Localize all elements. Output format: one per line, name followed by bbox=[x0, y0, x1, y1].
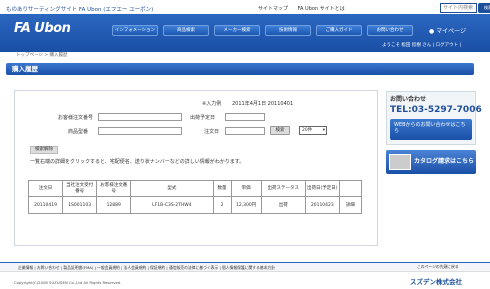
nav-purchase-guide[interactable]: ご購入ガイド bbox=[316, 25, 362, 36]
nav-product-search[interactable]: 商品検索 bbox=[163, 25, 209, 36]
main-nav: インフォメーション 商品検索 メーカー検索 技術情報 ご購入ガイド お問い合わせ bbox=[112, 25, 418, 36]
mypage-label: マイページ bbox=[436, 28, 467, 35]
contact-title: お問い合わせ bbox=[390, 96, 427, 103]
fa-ubon-about-link[interactable]: FA Ubon サイトとは bbox=[298, 6, 345, 12]
detail-note: 一覧右端の詳細をクリックすると、宅配便名、送り状ナンバーなどの詳しい情報がわかり… bbox=[30, 159, 245, 165]
cell-model: LF1B-C3S-2THW4 bbox=[130, 196, 214, 214]
site-search-button[interactable]: 検索 bbox=[478, 3, 490, 13]
site-tagline: ものありサーティングサイト FA Ubon (エフエー ユーボン) bbox=[6, 7, 154, 13]
mypage-link[interactable]: ● マイページ bbox=[429, 26, 466, 35]
detail-link[interactable]: 詳細 bbox=[338, 196, 363, 214]
contact-phone: TEL:03-5297-7006 bbox=[390, 105, 482, 115]
customer-order-input[interactable] bbox=[98, 113, 182, 121]
product-model-input[interactable] bbox=[98, 127, 182, 135]
entry-example-label: ※入力例 bbox=[202, 101, 222, 107]
entry-example-value: 2011年4月1日 20110401 bbox=[232, 101, 294, 107]
nav-tech-info[interactable]: 技術情報 bbox=[265, 25, 311, 36]
logo[interactable]: FA Ubon bbox=[14, 21, 71, 36]
reset-search-button[interactable]: 検索解除 bbox=[30, 146, 58, 154]
cell-quantity: 2 bbox=[212, 196, 232, 214]
col-ship-status: 出荷ステータス bbox=[260, 180, 306, 197]
col-order-date: 注文日 bbox=[27, 180, 64, 197]
web-contact-banner[interactable]: WEBからのお問い合わせはこちら bbox=[390, 119, 472, 140]
chevron-down-icon: ▾ bbox=[322, 128, 325, 133]
search-button[interactable]: 検索 bbox=[270, 126, 290, 135]
breadcrumb: トップページ > 購入履歴 bbox=[16, 53, 68, 58]
col-receipt-no: 当社注文受付番号 bbox=[62, 180, 98, 197]
cell-order-date: 20110419 bbox=[27, 196, 64, 214]
ship-date-input[interactable] bbox=[225, 113, 265, 121]
catalog-image bbox=[389, 154, 411, 170]
ship-date-label: 出荷予定日 bbox=[190, 115, 216, 121]
order-date-input[interactable] bbox=[225, 127, 265, 135]
sitemap-link[interactable]: サイトマップ bbox=[258, 6, 288, 12]
col-model: 型式 bbox=[130, 180, 214, 197]
cell-ship-date: 20110423 bbox=[304, 196, 340, 214]
cell-unit-price: 12,300円 bbox=[230, 196, 262, 214]
col-customer-order-no: お客様注文番号 bbox=[96, 180, 132, 197]
nav-information[interactable]: インフォメーション bbox=[112, 25, 158, 36]
nav-maker-search[interactable]: メーカー検索 bbox=[214, 25, 260, 36]
cell-customer-order-no: 12889 bbox=[96, 196, 132, 214]
col-ship-date: 出荷日(予定日) bbox=[304, 180, 340, 197]
copyright: Copyright(C)2008 SUZUDEN Co.,Ltd All Rig… bbox=[14, 280, 122, 285]
col-unit-price: 単価 bbox=[230, 180, 262, 197]
col-detail bbox=[338, 180, 363, 197]
cell-ship-status: 出荷 bbox=[260, 196, 306, 214]
purchase-history-table: 注文日 当社注文受付番号 お客様注文番号 型式 数量 単価 出荷ステータス 出荷… bbox=[27, 180, 363, 214]
page-top-link[interactable]: このページの先頭に戻る bbox=[417, 262, 459, 271]
product-model-label: 商品型番 bbox=[68, 129, 89, 135]
order-date-label: 注文日 bbox=[204, 129, 220, 135]
nav-contact[interactable]: お問い合わせ bbox=[367, 25, 413, 36]
per-page-select[interactable]: 20件 ▾ bbox=[299, 126, 327, 135]
site-search-input[interactable]: サイト内検索 bbox=[440, 3, 477, 13]
col-quantity: 数量 bbox=[212, 180, 232, 197]
top-links: サイトマップ FA Ubon サイトとは bbox=[258, 5, 353, 12]
per-page-value: 20件 bbox=[302, 128, 313, 133]
table-header-row: 注文日 当社注文受付番号 お客様注文番号 型式 数量 単価 出荷ステータス 出荷… bbox=[27, 180, 363, 197]
welcome-text: ようこそ 松田 稔樹 さん | ログアウト | bbox=[382, 43, 462, 48]
table-row: 20110419 1S001103 12889 LF1B-C3S-2THW4 2… bbox=[27, 196, 363, 214]
page-title: 購入履歴 bbox=[6, 63, 474, 75]
cell-receipt-no: 1S001103 bbox=[62, 196, 98, 214]
company-logo: スズデン株式会社 bbox=[410, 278, 462, 286]
customer-order-label: お客様注文番号 bbox=[58, 115, 94, 121]
